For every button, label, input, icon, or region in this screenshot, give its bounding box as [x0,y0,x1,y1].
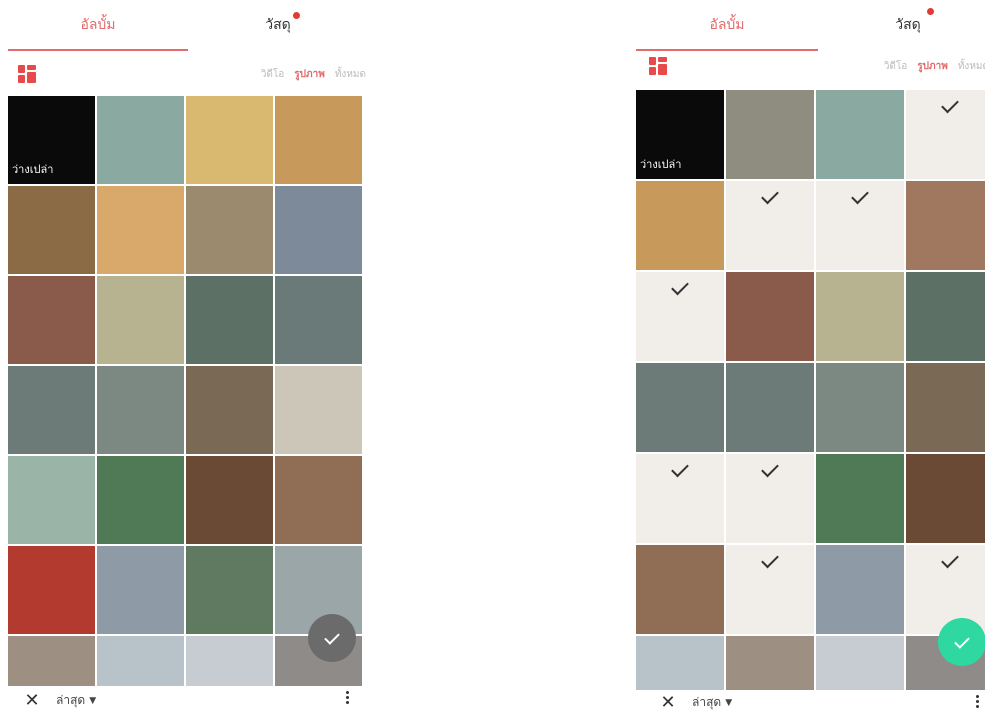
photo-thumbnail[interactable] [186,186,273,274]
filter-video[interactable]: วิดีโอ [884,59,908,74]
selected-check-icon [671,277,689,296]
photo-thumbnail[interactable] [726,272,814,361]
more-options-icon[interactable] [976,693,980,710]
photo-thumbnail[interactable] [97,96,184,184]
filter-toolbar: วิดีโอ รูปภาพ ทั้งหมด [636,46,985,86]
tab-temple[interactable]: วัสดุ [188,0,368,50]
bottom-bar: ✕ ล่าสุด ▼ [636,690,985,715]
check-icon [954,632,970,649]
photo-thumbnail[interactable] [97,546,184,634]
photo-thumbnail[interactable] [8,456,95,544]
photo-thumbnail[interactable] [186,546,273,634]
right-phone-screen: อัลบั้ม วัสดุ วิดีโอ รูปภาพ ทั้งหมด ว่าง… [636,0,985,715]
photo-thumbnail[interactable] [726,454,814,543]
tab-temple-label: วัสดุ [265,17,291,33]
selected-check-icon [761,186,779,205]
photo-thumbnail[interactable] [906,181,985,270]
sort-dropdown[interactable]: ล่าสุด [56,691,85,710]
filter-all[interactable]: ทั้งหมด [335,67,366,82]
check-icon [324,628,340,645]
close-icon[interactable]: ✕ [22,690,42,711]
sort-dropdown[interactable]: ล่าสุด [692,693,721,712]
chevron-down-icon[interactable]: ▼ [725,698,732,708]
photo-thumbnail[interactable] [275,456,362,544]
close-icon[interactable]: ✕ [658,692,678,713]
photo-thumbnail[interactable] [97,186,184,274]
photo-thumbnail[interactable] [906,272,985,361]
photo-thumbnail[interactable] [726,363,814,452]
selected-check-icon [761,459,779,478]
filter-all[interactable]: ทั้งหมด [958,59,985,74]
confirm-button[interactable] [938,618,985,666]
photo-thumbnail[interactable] [636,272,724,361]
photo-thumbnail[interactable] [726,181,814,270]
media-filter: วิดีโอ รูปภาพ ทั้งหมด [884,46,985,86]
empty-album-tile[interactable]: ว่างเปล่า [636,90,724,179]
selected-check-icon [941,550,959,569]
photo-thumbnail[interactable] [186,366,273,454]
photo-thumbnail[interactable] [816,181,904,270]
photo-thumbnail[interactable] [816,454,904,543]
photo-thumbnail[interactable] [636,363,724,452]
photo-grid: ว่างเปล่า [636,90,985,715]
photo-thumbnail[interactable] [906,90,985,179]
bottom-bar: ✕ ล่าสุด ▼ [0,686,372,715]
photo-thumbnail[interactable] [275,366,362,454]
empty-album-label: ว่างเปล่า [12,163,54,176]
chevron-down-icon[interactable]: ▼ [89,696,96,706]
selected-check-icon [761,550,779,569]
photo-thumbnail[interactable] [636,181,724,270]
filter-toolbar: วิดีโอ รูปภาพ ทั้งหมด [0,54,372,94]
media-filter: วิดีโอ รูปภาพ ทั้งหมด [261,54,366,94]
tab-album-label: อัลบั้ม [709,17,745,33]
album-tabs: อัลบั้ม วัสดุ [636,0,985,52]
photo-thumbnail[interactable] [186,456,273,544]
filter-photo[interactable]: รูปภาพ [294,67,325,82]
notification-dot [293,12,300,19]
left-phone-screen: อัลบั้ม วัสดุ วิดีโอ รูปภาพ ทั้งหมด ว่าง… [0,0,372,715]
tab-album-label: อัลบั้ม [80,17,116,33]
layout-grid-icon[interactable] [649,57,667,75]
album-tabs: อัลบั้ม วัสดุ [0,0,372,52]
photo-thumbnail[interactable] [8,186,95,274]
photo-thumbnail[interactable] [726,545,814,634]
photo-thumbnail[interactable] [816,90,904,179]
more-options-icon[interactable] [346,689,350,706]
layout-grid-icon[interactable] [18,65,36,83]
photo-thumbnail[interactable] [816,272,904,361]
photo-thumbnail[interactable] [186,276,273,364]
photo-thumbnail[interactable] [275,276,362,364]
tab-album[interactable]: อัลบั้ม [636,0,818,51]
selected-check-icon [941,95,959,114]
photo-thumbnail[interactable] [8,546,95,634]
confirm-button[interactable] [308,614,356,662]
notification-dot [927,8,934,15]
photo-thumbnail[interactable] [275,186,362,274]
selected-check-icon [851,186,869,205]
photo-thumbnail[interactable] [906,454,985,543]
photo-thumbnail[interactable] [906,363,985,452]
photo-thumbnail[interactable] [636,454,724,543]
photo-thumbnail[interactable] [816,363,904,452]
empty-album-tile[interactable]: ว่างเปล่า [8,96,95,184]
photo-thumbnail[interactable] [816,545,904,634]
tab-album[interactable]: อัลบั้ม [8,0,188,51]
empty-album-label: ว่างเปล่า [640,158,682,171]
photo-thumbnail[interactable] [97,456,184,544]
photo-thumbnail[interactable] [8,366,95,454]
photo-thumbnail[interactable] [636,545,724,634]
selected-check-icon [671,459,689,478]
photo-thumbnail[interactable] [8,276,95,364]
photo-thumbnail[interactable] [97,276,184,364]
photo-thumbnail[interactable] [97,366,184,454]
photo-thumbnail[interactable] [275,96,362,184]
photo-thumbnail[interactable] [726,90,814,179]
tab-temple[interactable]: วัสดุ [818,0,985,50]
tab-temple-label: วัสดุ [895,17,921,33]
filter-video[interactable]: วิดีโอ [261,67,285,82]
filter-photo[interactable]: รูปภาพ [917,59,948,74]
photo-thumbnail[interactable] [186,96,273,184]
